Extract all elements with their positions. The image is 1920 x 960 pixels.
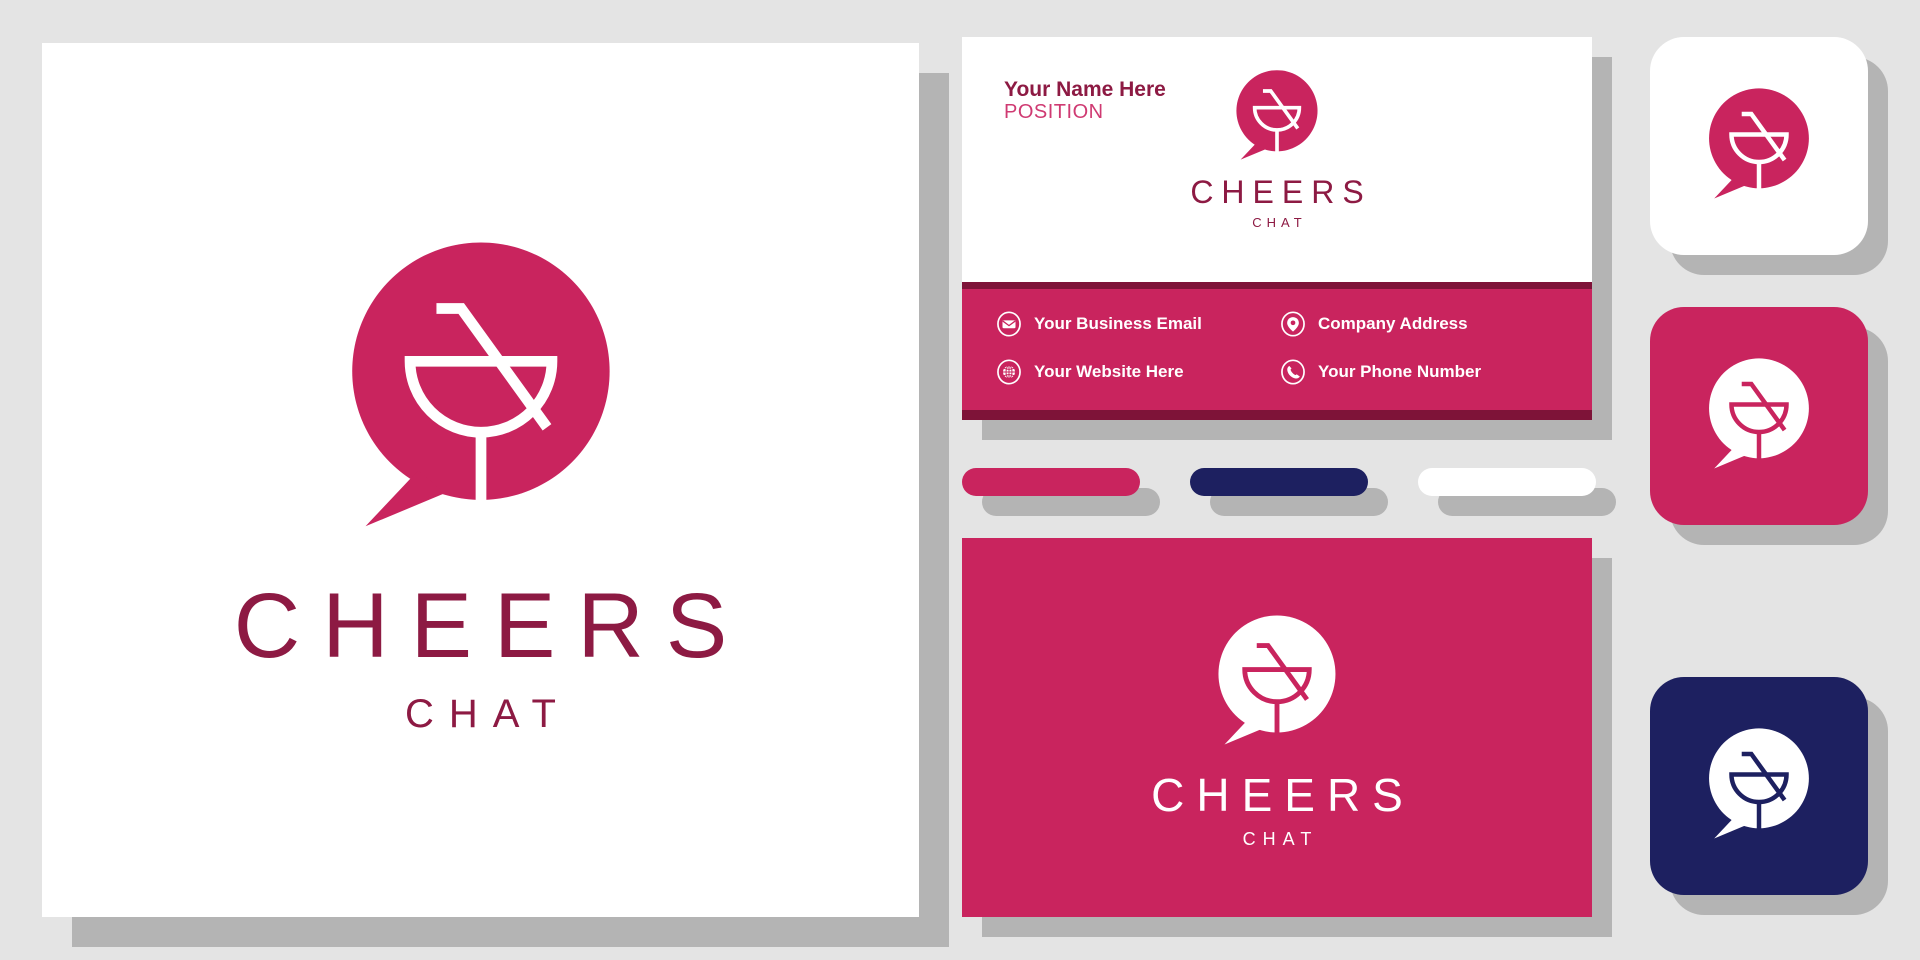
tile-white[interactable] (1650, 37, 1868, 255)
contact-band: Your Business Email Company Address Your… (962, 282, 1592, 420)
speech-bubble-cocktail-glass-icon (1709, 358, 1809, 469)
speech-bubble-cocktail-glass-icon (1709, 728, 1809, 839)
business-card[interactable]: Your Name Here POSITION CHEERS CHAT Your… (962, 37, 1592, 420)
contact-label: Company Address (1318, 314, 1468, 333)
speech-bubble-cocktail-glass-icon (1709, 88, 1809, 199)
contact-item-email[interactable]: Your Business Email (996, 311, 1274, 337)
main-logo-card[interactable]: CHEERS CHAT (42, 43, 919, 917)
main-wordmark: CHEERS (233, 575, 750, 677)
pink-swatch[interactable] (962, 468, 1140, 496)
presentation-canvas: CHEERS CHAT Your Name Here POSITION CHEE… (0, 0, 1920, 960)
pink-banner[interactable]: CHEERS CHAT (962, 538, 1592, 917)
speech-bubble-cocktail-glass-icon (1218, 615, 1336, 744)
main-logo-lockup: CHEERS CHAT (42, 43, 919, 917)
envelope-icon (997, 311, 1021, 337)
banner-wordmark: CHEERS (1151, 768, 1415, 821)
location-pin-icon (1281, 311, 1305, 337)
phone-icon (1281, 359, 1305, 385)
speech-bubble-cocktail-glass-icon (351, 242, 610, 527)
contact-label: Your Website Here (1034, 362, 1184, 381)
card-subtitle: CHAT (1252, 215, 1307, 230)
banner-subtitle: CHAT (1242, 828, 1319, 849)
globe-icon (997, 359, 1021, 385)
main-subtitle: CHAT (405, 692, 571, 736)
speech-bubble-cocktail-glass-icon (1236, 70, 1318, 160)
tile-pink[interactable] (1650, 307, 1868, 525)
business-card-logo-lockup: CHEERS CHAT (962, 65, 1592, 229)
contact-label: Your Business Email (1034, 314, 1202, 333)
white-swatch[interactable] (1418, 468, 1596, 496)
contact-item-website[interactable]: Your Website Here (996, 359, 1274, 385)
tile-navy[interactable] (1650, 677, 1868, 895)
contact-item-address[interactable]: Company Address (1280, 311, 1558, 337)
banner-logo-lockup: CHEERS CHAT (962, 538, 1592, 917)
contact-label: Your Phone Number (1318, 362, 1482, 381)
contact-item-phone[interactable]: Your Phone Number (1280, 359, 1558, 385)
contact-list: Your Business Email Company Address Your… (996, 311, 1558, 385)
card-wordmark: CHEERS (1190, 174, 1372, 210)
navy-swatch[interactable] (1190, 468, 1368, 496)
